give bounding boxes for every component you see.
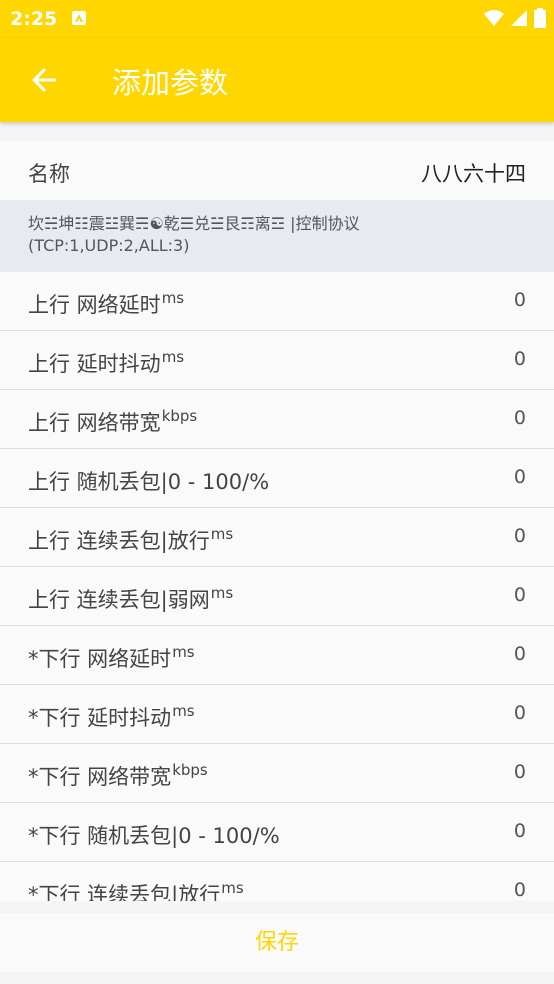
- param-label-text: 上行 连续丢包|弱网: [28, 588, 210, 612]
- notification-icon: [72, 11, 86, 25]
- param-row[interactable]: 上行 连续丢包|放行ms 0: [0, 508, 554, 567]
- param-row[interactable]: 上行 网络延时ms 0: [0, 272, 554, 331]
- param-label-text: 上行 随机丢包|0 - 100/%: [28, 470, 270, 494]
- param-row[interactable]: 上行 网络带宽kbps 0: [0, 390, 554, 449]
- param-label: 上行 随机丢包|0 - 100/%: [28, 466, 269, 496]
- params-list[interactable]: 名称 八八六十四 坎☵坤☷震☳巽☴☯乾☰兑☱艮☶离☲ |控制协议(TCP:1,U…: [0, 141, 554, 901]
- param-label-text: 上行 延时抖动: [28, 352, 161, 376]
- param-value[interactable]: 0: [514, 820, 526, 842]
- param-label: *下行 网络延时ms: [28, 643, 195, 673]
- param-row[interactable]: *下行 网络延时ms 0: [0, 626, 554, 685]
- protocol-info: 坎☵坤☷震☳巽☴☯乾☰兑☱艮☶离☲ |控制协议(TCP:1,UDP:2,ALL:…: [0, 200, 554, 272]
- status-bar: 2:25: [0, 0, 554, 38]
- param-unit: kbps: [161, 407, 198, 425]
- param-label: *下行 随机丢包|0 - 100/%: [28, 820, 280, 850]
- param-label: *下行 网络带宽kbps: [28, 761, 208, 791]
- param-unit: kbps: [172, 761, 208, 779]
- param-unit: ms: [210, 525, 234, 543]
- param-label: 上行 连续丢包|弱网ms: [28, 584, 233, 614]
- param-row[interactable]: 上行 延时抖动ms 0: [0, 331, 554, 390]
- param-value[interactable]: 0: [514, 348, 526, 370]
- param-label-text: *下行 网络延时: [28, 647, 172, 671]
- param-value[interactable]: 0: [514, 643, 526, 665]
- param-label-text: 上行 网络延时: [28, 293, 161, 317]
- param-row[interactable]: *下行 随机丢包|0 - 100/% 0: [0, 803, 554, 862]
- name-label: 名称: [28, 162, 70, 186]
- param-label-text: *下行 连续丢包|放行: [28, 883, 221, 901]
- signal-icon: [511, 10, 527, 26]
- param-rows: 上行 网络延时ms 0 上行 延时抖动ms 0 上行 网络带宽kbps 0 上行 随机丢包|…: [0, 272, 554, 901]
- app-toolbar: 添加参数: [0, 38, 554, 122]
- param-label: *下行 连续丢包|放行ms: [28, 879, 244, 901]
- name-row[interactable]: 名称 八八六十四: [0, 141, 554, 200]
- param-unit: ms: [172, 702, 195, 720]
- param-label: *下行 延时抖动ms: [28, 702, 195, 732]
- param-row[interactable]: 上行 连续丢包|弱网ms 0: [0, 567, 554, 626]
- param-row[interactable]: *下行 连续丢包|放行ms 0: [0, 862, 554, 901]
- param-value[interactable]: 0: [514, 525, 526, 547]
- back-arrow-icon[interactable]: [26, 62, 62, 98]
- param-value[interactable]: 0: [514, 289, 526, 311]
- param-label: 上行 连续丢包|放行ms: [28, 525, 233, 555]
- param-label-text: *下行 延时抖动: [28, 706, 172, 730]
- param-label: 上行 网络带宽kbps: [28, 407, 197, 437]
- param-value[interactable]: 0: [514, 407, 526, 429]
- save-bar: 保存: [0, 914, 554, 972]
- param-unit: ms: [161, 348, 185, 366]
- param-unit: ms: [210, 584, 234, 602]
- param-unit: ms: [161, 289, 185, 307]
- param-unit: ms: [172, 643, 195, 661]
- param-row[interactable]: *下行 网络带宽kbps 0: [0, 744, 554, 803]
- page-title: 添加参数: [112, 66, 229, 100]
- param-label: 上行 延时抖动ms: [28, 348, 184, 378]
- battery-icon: [534, 8, 546, 28]
- param-label-text: 上行 连续丢包|放行: [28, 529, 210, 553]
- status-time: 2:25: [10, 8, 58, 30]
- system-icons: [484, 8, 546, 28]
- name-value[interactable]: 八八六十四: [421, 158, 526, 188]
- param-label-text: *下行 随机丢包|0 - 100/%: [28, 824, 280, 848]
- param-value[interactable]: 0: [514, 702, 526, 724]
- wifi-icon: [484, 10, 504, 26]
- param-value[interactable]: 0: [514, 761, 526, 783]
- param-value[interactable]: 0: [514, 879, 526, 901]
- param-row[interactable]: *下行 延时抖动ms 0: [0, 685, 554, 744]
- param-label-text: 上行 网络带宽: [28, 411, 161, 435]
- param-unit: ms: [221, 879, 244, 897]
- param-value[interactable]: 0: [514, 584, 526, 606]
- param-label: 上行 网络延时ms: [28, 289, 184, 319]
- param-row[interactable]: 上行 随机丢包|0 - 100/% 0: [0, 449, 554, 508]
- param-value[interactable]: 0: [514, 466, 526, 488]
- param-label-text: *下行 网络带宽: [28, 765, 172, 789]
- save-button[interactable]: 保存: [255, 930, 299, 955]
